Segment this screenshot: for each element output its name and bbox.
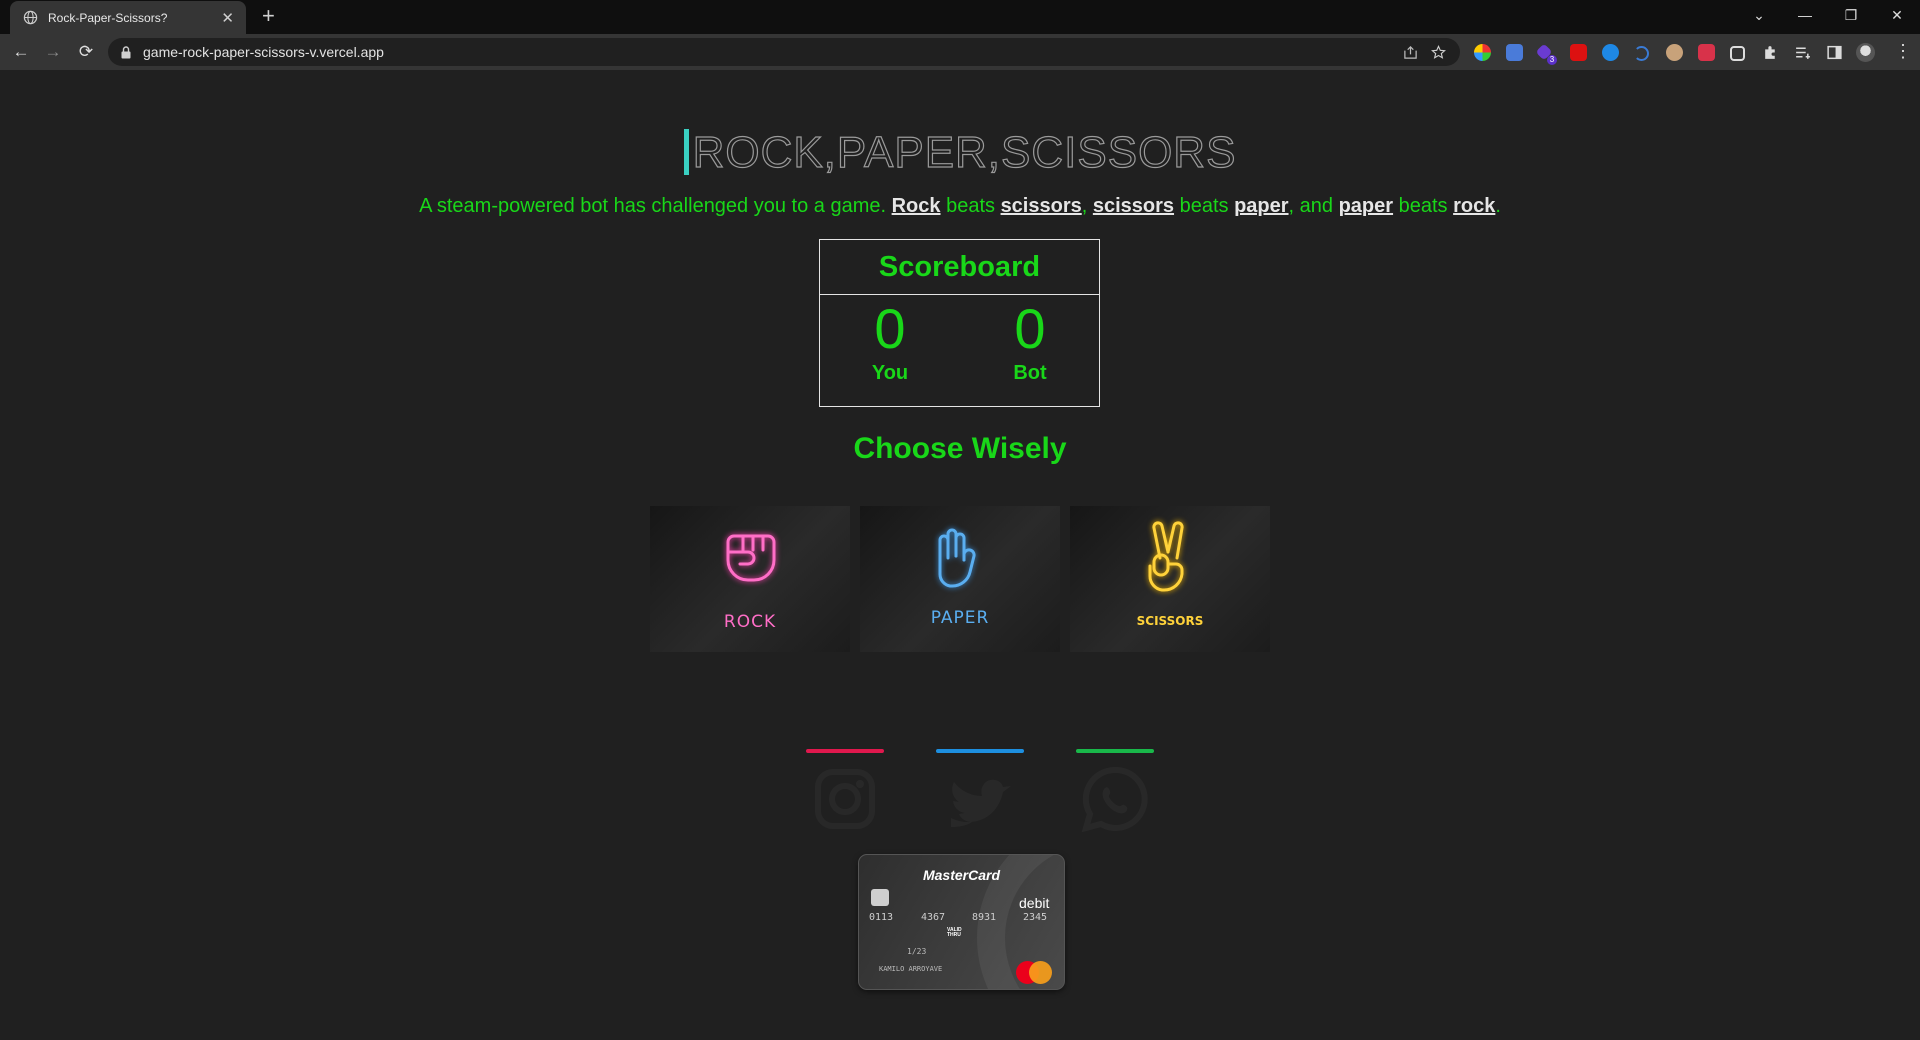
rock-label: ROCK xyxy=(723,612,777,632)
share-icon[interactable] xyxy=(1402,44,1418,60)
intro-part: beats xyxy=(1174,195,1235,217)
rock-choice-button[interactable]: ROCK xyxy=(650,506,850,652)
extension-color-icon[interactable] xyxy=(1474,44,1491,61)
browser-toolbar: ← → ⟳ game-rock-paper-scissors-v.vercel.… xyxy=(0,34,1920,70)
minimize-button[interactable]: — xyxy=(1782,0,1828,30)
url-text: game-rock-paper-scissors-v.vercel.app xyxy=(143,44,384,60)
choose-heading: Choose Wisely xyxy=(853,432,1067,465)
whatsapp-icon[interactable] xyxy=(1072,756,1158,842)
card-type: debit xyxy=(1019,895,1050,911)
tab-search-button[interactable]: ⌄ xyxy=(1736,0,1782,30)
intro-part: beats xyxy=(1393,195,1454,217)
profile-avatar[interactable] xyxy=(1856,43,1875,62)
extension-red-icon[interactable] xyxy=(1570,44,1587,61)
globe-icon xyxy=(22,10,38,26)
translate-extension-icon[interactable] xyxy=(1506,44,1523,61)
intro-rule-word: paper xyxy=(1234,195,1289,217)
intro-rule-word: scissors xyxy=(1000,195,1082,217)
open-hand-icon xyxy=(938,528,976,588)
extension-face-icon[interactable] xyxy=(1666,44,1683,61)
reading-list-icon[interactable] xyxy=(1794,44,1811,61)
extension-badge: 3 xyxy=(1547,55,1557,65)
player-score-value: 0 xyxy=(874,297,906,360)
new-tab-button[interactable]: + xyxy=(262,5,275,27)
whatsapp-accent-bar xyxy=(1076,749,1154,753)
extension-wave-icon[interactable] xyxy=(1634,46,1649,61)
page-title: ROCK,PAPER,SCISSORS xyxy=(692,127,1237,177)
intro-rule-word: paper xyxy=(1338,195,1394,217)
intro-part: . xyxy=(1495,195,1501,217)
paper-choice-button[interactable]: PAPER xyxy=(860,506,1060,652)
intro-rule-word: rock xyxy=(1453,195,1496,217)
intro-part: , xyxy=(1081,195,1093,217)
address-bar[interactable]: game-rock-paper-scissors-v.vercel.app xyxy=(108,38,1460,66)
browser-tab[interactable]: Rock-Paper-Scissors? ✕ xyxy=(10,1,246,34)
close-window-button[interactable]: ✕ xyxy=(1874,0,1920,30)
puzzle-icon[interactable] xyxy=(1762,44,1779,61)
bot-score-label: Bot xyxy=(1013,362,1047,384)
browser-tab-strip: Rock-Paper-Scissors? ✕ + ⌄ — ❐ ✕ xyxy=(0,0,1920,34)
credit-card: MasterCard debit 0113 4367 8931 2345 VAL… xyxy=(858,854,1065,990)
intro-part: beats xyxy=(940,195,1001,217)
bot-score-value: 0 xyxy=(1014,297,1046,360)
extension-blue-icon[interactable] xyxy=(1602,44,1619,61)
tab-close-icon[interactable]: ✕ xyxy=(221,9,234,27)
intro-rule-word: scissors xyxy=(1092,195,1175,217)
page-content: ROCK,PAPER,SCISSORS A steam-powered bot … xyxy=(0,70,1920,1040)
twitter-icon[interactable] xyxy=(937,756,1023,842)
player-score: 0 You xyxy=(820,296,960,385)
typing-caret xyxy=(683,129,689,175)
player-score-label: You xyxy=(871,362,909,384)
card-valid-thru: VALID THRU xyxy=(947,927,962,938)
intro-part: , and xyxy=(1288,195,1339,217)
reload-button[interactable]: ⟳ xyxy=(75,41,97,63)
extension-box-icon[interactable] xyxy=(1730,46,1745,61)
forward-button[interactable]: → xyxy=(42,41,64,63)
back-button[interactable]: ← xyxy=(10,41,32,63)
intro-rule-word: Rock xyxy=(891,195,941,217)
side-panel-icon[interactable] xyxy=(1826,44,1843,61)
card-digits: 8931 xyxy=(972,912,997,923)
scoreboard: Scoreboard 0 You 0 Bot xyxy=(819,239,1100,407)
intro-text: A steam-powered bot has challenged you t… xyxy=(0,195,1920,218)
browser-menu-icon[interactable]: ⋮ xyxy=(1894,41,1912,62)
card-brand: MasterCard xyxy=(922,867,1001,883)
instagram-accent-bar xyxy=(806,749,884,753)
card-holder: KAMILO ARROYAVE xyxy=(879,965,943,973)
lock-icon xyxy=(121,45,133,59)
victory-hand-icon xyxy=(1148,521,1184,592)
title-wrap: ROCK,PAPER,SCISSORS xyxy=(0,127,1920,178)
card-digits: 4367 xyxy=(921,912,946,923)
tab-title: Rock-Paper-Scissors? xyxy=(48,10,168,25)
scoreboard-title: Scoreboard xyxy=(820,240,1099,295)
bot-score: 0 Bot xyxy=(960,296,1100,385)
instagram-icon[interactable] xyxy=(802,756,888,842)
paper-label: PAPER xyxy=(930,608,990,628)
scissors-choice-button[interactable]: SCISSORS xyxy=(1070,506,1270,652)
extension-grid-icon[interactable] xyxy=(1698,44,1715,61)
card-digits: 2345 xyxy=(1023,912,1048,923)
card-expiry: 1/23 xyxy=(907,947,927,956)
restore-button[interactable]: ❐ xyxy=(1828,0,1874,30)
card-digits: 0113 xyxy=(869,912,894,923)
bookmark-star-icon[interactable] xyxy=(1430,44,1446,60)
twitter-accent-bar xyxy=(936,749,1024,753)
mastercard-logo-icon xyxy=(1029,961,1052,984)
intro-part: A steam-powered bot has challenged you t… xyxy=(419,195,892,217)
card-chip-icon xyxy=(871,889,889,906)
scissors-label: SCISSORS xyxy=(1136,614,1204,628)
